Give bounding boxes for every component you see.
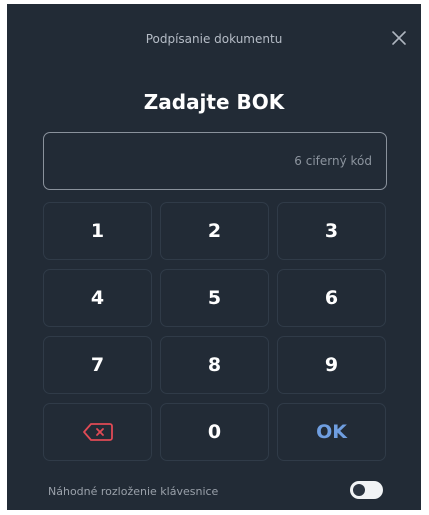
random-layout-toggle[interactable] bbox=[350, 481, 383, 499]
random-layout-label: Náhodné rozloženie klávesnice bbox=[48, 485, 219, 498]
ok-button[interactable]: OK bbox=[277, 403, 386, 461]
close-button[interactable] bbox=[389, 28, 409, 48]
key-1[interactable]: 1 bbox=[43, 202, 152, 260]
key-9[interactable]: 9 bbox=[277, 336, 386, 394]
numeric-keypad: 1 2 3 4 5 6 7 8 9 0 OK bbox=[43, 202, 387, 461]
key-0[interactable]: 0 bbox=[160, 403, 269, 461]
key-7[interactable]: 7 bbox=[43, 336, 152, 394]
key-5[interactable]: 5 bbox=[160, 269, 269, 327]
key-3[interactable]: 3 bbox=[277, 202, 386, 260]
key-6[interactable]: 6 bbox=[277, 269, 386, 327]
dialog-header-title: Podpísanie dokumentu bbox=[145, 32, 283, 46]
backspace-icon bbox=[82, 423, 113, 441]
key-2[interactable]: 2 bbox=[160, 202, 269, 260]
backspace-button[interactable] bbox=[43, 403, 152, 461]
toggle-knob bbox=[353, 484, 365, 496]
pin-input[interactable] bbox=[43, 132, 387, 190]
close-icon bbox=[392, 31, 406, 45]
key-4[interactable]: 4 bbox=[43, 269, 152, 327]
key-8[interactable]: 8 bbox=[160, 336, 269, 394]
page-title: Zadajte BOK bbox=[143, 90, 285, 114]
sign-document-dialog: Podpísanie dokumentu Zadajte BOK 1 2 3 4… bbox=[7, 4, 421, 510]
